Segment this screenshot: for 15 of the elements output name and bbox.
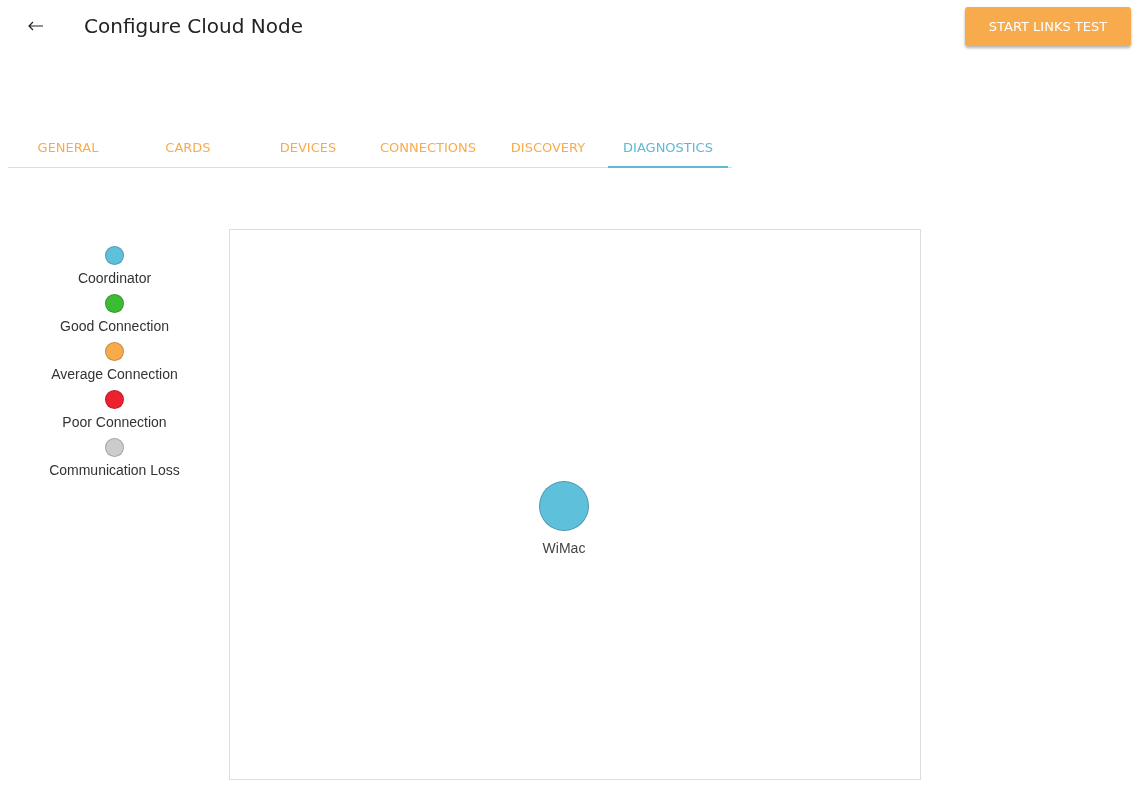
legend-label: Poor Connection xyxy=(62,414,167,430)
tab[interactable]: CARDS xyxy=(128,128,248,168)
tab[interactable]: DEVICES xyxy=(248,128,368,168)
legend-label: Coordinator xyxy=(77,270,152,286)
tab[interactable]: DIAGNOSTICS xyxy=(608,128,728,168)
legend-label: Communication Loss xyxy=(49,462,180,478)
tab[interactable]: CONNECTIONS xyxy=(368,128,488,168)
tab[interactable]: DISCOVERY xyxy=(488,128,608,168)
legend-label: Good Connection xyxy=(60,318,169,334)
page-title: Configure Cloud Node xyxy=(84,14,303,38)
tab[interactable]: GENERAL xyxy=(8,128,128,168)
legend-label: Average Connection xyxy=(51,366,178,382)
node-label: WiMac xyxy=(542,540,586,556)
start-links-test-button[interactable]: START LINKS TEST xyxy=(965,7,1131,46)
back-arrow-icon[interactable] xyxy=(26,19,46,33)
